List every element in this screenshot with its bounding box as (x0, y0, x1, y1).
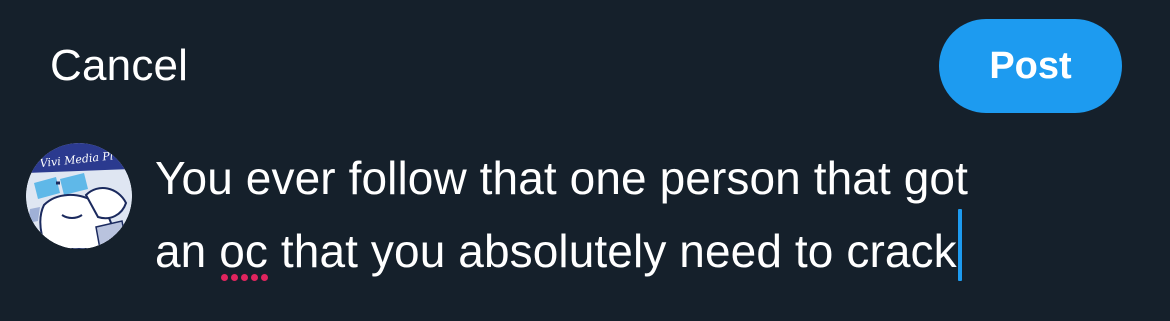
misspelled-word-text: oc (219, 225, 269, 277)
tweet-text-line-1: You ever follow that one person that got (155, 152, 968, 204)
text-caret (957, 209, 962, 281)
post-button[interactable]: Post (939, 19, 1122, 113)
tweet-text-line-2: an oc that you absolutely need to crack (155, 209, 1145, 282)
tweet-text-input[interactable]: You ever follow that one person that got… (155, 148, 1145, 282)
tweet-text-segment: an (155, 225, 220, 277)
avatar[interactable]: Vivi Media Pl (26, 143, 132, 249)
misspelled-word[interactable]: oc (219, 221, 269, 283)
spellcheck-underline (221, 274, 269, 283)
compose-header: Cancel Post (0, 0, 1170, 130)
avatar-image: Vivi Media Pl (26, 143, 132, 249)
tweet-text-segment: that you absolutely need to crack (268, 225, 957, 277)
cancel-button[interactable]: Cancel (50, 38, 188, 94)
